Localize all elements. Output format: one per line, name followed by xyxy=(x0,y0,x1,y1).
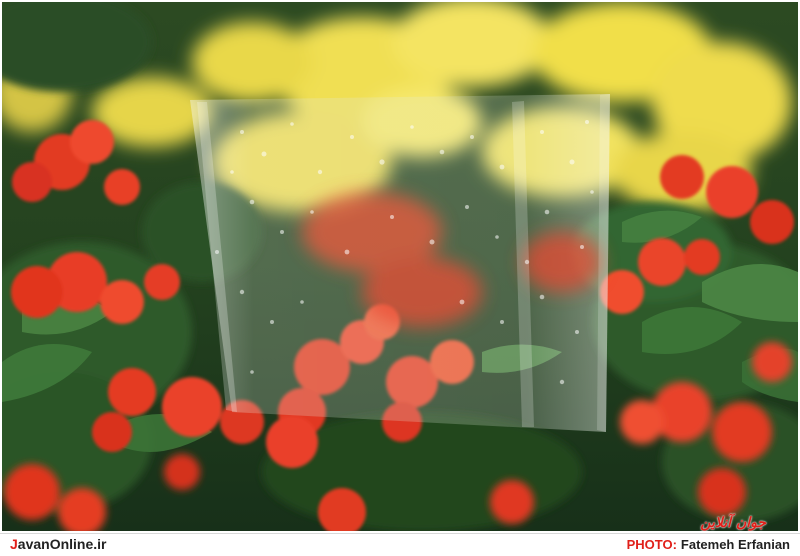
photo-label: PHOTO: xyxy=(626,537,677,552)
watermark-logo: جوان آنلاین xyxy=(700,515,766,531)
photo-render xyxy=(2,2,798,531)
site-name-rest: avanOnline.ir xyxy=(17,536,107,552)
main-photo xyxy=(2,2,798,531)
footer-bar: JavanOnline.ir PHOTO: Fatemeh Erfanian xyxy=(0,533,800,556)
site-name-initial: J xyxy=(10,536,18,552)
plastic-sleeve xyxy=(190,94,610,432)
photo-frame: جوان آنلاین xyxy=(0,0,800,555)
photographer-name: Fatemeh Erfanian xyxy=(680,537,790,552)
photo-credit: PHOTO: Fatemeh Erfanian xyxy=(627,537,790,552)
site-name[interactable]: JavanOnline.ir xyxy=(10,536,107,552)
